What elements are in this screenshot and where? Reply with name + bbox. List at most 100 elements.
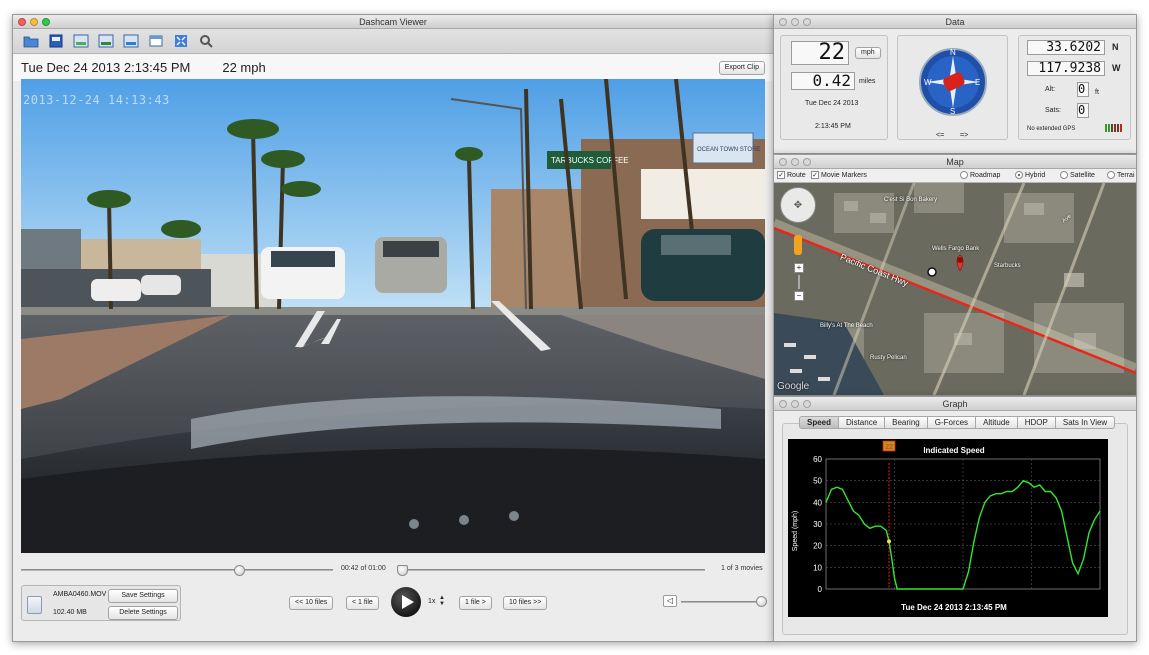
graph-window-title: Graph <box>942 399 968 409</box>
clip-range-handle[interactable] <box>397 565 408 576</box>
route-checkbox[interactable]: ✓ Route <box>777 171 806 179</box>
data-time: 2:13:45 PM <box>815 123 851 130</box>
satellite-radio[interactable]: Satellite <box>1060 171 1095 179</box>
scrubber-row: 00:42 of 01:00 1 of 3 movies <box>21 563 769 577</box>
radio-icon <box>1107 171 1115 179</box>
minimize-window-button[interactable] <box>791 158 799 166</box>
play-button[interactable] <box>391 587 421 617</box>
radio-icon <box>1060 171 1068 179</box>
terrain-radio[interactable]: Terrai <box>1107 171 1135 179</box>
altitude-unit: ft <box>1095 89 1099 96</box>
zoom-window-button[interactable] <box>803 400 811 408</box>
chart-y-axis-label: Speed (mph) <box>792 511 799 551</box>
video-frame: TARBUCKS COFFEE OCEAN TOWN STORE <box>21 79 765 553</box>
minimize-window-button[interactable] <box>791 400 799 408</box>
save-settings-button[interactable]: Save Settings <box>108 589 178 603</box>
forward-ten-files-button[interactable]: 10 files >> <box>503 596 548 610</box>
video-player[interactable]: TARBUCKS COFFEE OCEAN TOWN STORE 2013-12… <box>21 79 765 553</box>
playback-knob[interactable] <box>234 565 246 576</box>
main-titlebar[interactable]: Dashcam Viewer <box>13 15 773 29</box>
close-window-button[interactable] <box>18 18 26 26</box>
map-canvas[interactable]: C'est Si Bon Bakery Wells Fargo Bank Sta… <box>774 183 1136 395</box>
zoom-window-button[interactable] <box>42 18 50 26</box>
radio-icon <box>960 171 968 179</box>
data-window-controls <box>779 18 811 26</box>
delete-settings-button[interactable]: Delete Settings <box>108 606 178 620</box>
tab-distance[interactable]: Distance <box>839 416 886 429</box>
compass-north: N <box>950 48 956 57</box>
compass-next-button[interactable]: => <box>960 132 968 139</box>
forward-one-file-button[interactable]: 1 file > <box>459 596 492 610</box>
tab-altitude[interactable]: Altitude <box>976 416 1018 429</box>
tab-speed[interactable]: Speed <box>799 416 840 429</box>
beach-label: Billy's At The Beach <box>820 323 873 329</box>
volume-knob[interactable] <box>755 596 767 607</box>
chart-x-axis-label: Tue Dec 24 2013 2:13:45 PM <box>901 603 1007 612</box>
main-window: Dashcam Viewer Tue Dec 24 2013 2:13:45 P… <box>12 14 774 642</box>
settings-icon[interactable] <box>198 33 214 49</box>
close-window-button[interactable] <box>779 400 787 408</box>
compass-icon: N S E W <box>919 48 987 116</box>
pelican-label: Rusty Pelican <box>870 355 907 361</box>
play-icon <box>401 595 414 609</box>
export-gps-icon[interactable] <box>123 33 139 49</box>
chart-y-tick-label: 50 <box>813 477 822 486</box>
back-one-file-button[interactable]: < 1 file <box>346 596 379 610</box>
zoom-window-button[interactable] <box>803 18 811 26</box>
fullscreen-icon[interactable] <box>173 33 189 49</box>
chart-y-tick-label: 60 <box>813 455 822 464</box>
close-window-button[interactable] <box>779 18 787 26</box>
movie-file-icon <box>27 596 42 614</box>
tab-sats-in-view[interactable]: Sats In View <box>1055 416 1116 429</box>
clip-range-track[interactable] <box>403 569 705 571</box>
info-row: Tue Dec 24 2013 2:13:45 PM 22 mph Export… <box>13 54 773 81</box>
sats-lcd: 0 <box>1077 103 1089 118</box>
compass-east: E <box>975 78 980 87</box>
export-all-icon[interactable] <box>98 33 114 49</box>
rate-stepper[interactable]: ▲ ▼ <box>439 595 445 607</box>
zoom-slider[interactable] <box>798 275 800 289</box>
file-name: AMBA0460.MOV <box>53 591 107 598</box>
file-info-box: AMBA0460.MOV 102.40 MB Save Settings Del… <box>21 585 181 621</box>
roadmap-label: Roadmap <box>970 171 1001 179</box>
playback-track[interactable] <box>21 569 333 571</box>
pan-control[interactable]: ✥ <box>780 187 816 223</box>
window-controls <box>18 18 50 26</box>
window-icon[interactable] <box>148 33 164 49</box>
hybrid-label: Hybrid <box>1025 171 1046 179</box>
open-folder-icon[interactable] <box>23 33 39 49</box>
date-time-readout: Tue Dec 24 2013 2:13:45 PM <box>21 60 191 75</box>
data-titlebar[interactable]: Data <box>774 15 1136 29</box>
volume-track[interactable] <box>681 601 765 603</box>
speed-chart[interactable]: Indicated Speed Speed (mph) Tue Dec 24 2… <box>788 439 1108 617</box>
close-window-button[interactable] <box>779 158 787 166</box>
export-icon[interactable] <box>73 33 89 49</box>
map-options-bar: ✓ Route ✓ Movie Markers Roadmap Hybrid Sat… <box>774 169 1136 183</box>
graph-titlebar[interactable]: Graph <box>774 397 1136 411</box>
tab-g-forces[interactable]: G-Forces <box>927 416 977 429</box>
minimize-window-button[interactable] <box>30 18 38 26</box>
gps-note: No extended GPS <box>1027 126 1076 132</box>
speed-unit-button[interactable]: mph <box>855 47 881 59</box>
back-ten-files-button[interactable]: << 10 files <box>289 596 334 610</box>
compass-prev-button[interactable]: <= <box>936 132 944 139</box>
hybrid-radio[interactable]: Hybrid <box>1015 171 1045 179</box>
movie-icon[interactable] <box>48 33 64 49</box>
map-window-controls <box>779 158 811 166</box>
street-view-pegman-icon[interactable] <box>794 235 802 255</box>
distance-lcd: 0.42 <box>791 72 855 90</box>
roadmap-radio[interactable]: Roadmap <box>960 171 1000 179</box>
tab-hdop[interactable]: HDOP <box>1017 416 1056 429</box>
coffee-sign-text: TARBUCKS COFFEE <box>551 156 629 165</box>
minimize-window-button[interactable] <box>791 18 799 26</box>
zoom-window-button[interactable] <box>803 158 811 166</box>
export-clip-button[interactable]: Export Clip <box>718 61 765 75</box>
satellite-label: Satellite <box>1070 171 1095 179</box>
tab-bearing[interactable]: Bearing <box>885 416 928 429</box>
map-titlebar[interactable]: Map <box>774 155 1136 169</box>
toolbar <box>13 29 773 54</box>
checkmark-icon: ✓ <box>811 171 819 179</box>
zoom-in-button[interactable]: + <box>794 263 804 273</box>
movie-markers-checkbox[interactable]: ✓ Movie Markers <box>811 171 867 179</box>
zoom-out-button[interactable]: − <box>794 291 804 301</box>
